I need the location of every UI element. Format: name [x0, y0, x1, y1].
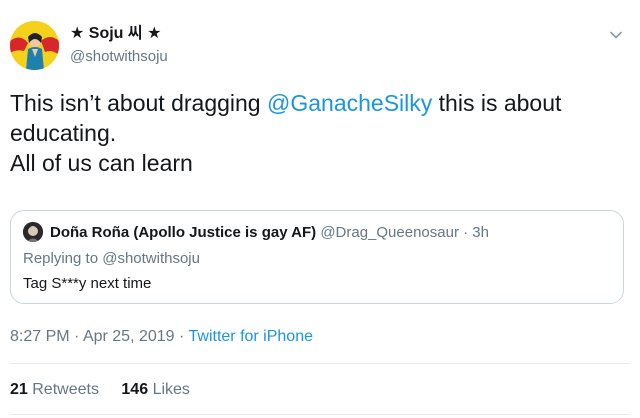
tweet-text-segment: this is about	[432, 90, 562, 116]
avatar-illustration	[10, 21, 59, 70]
tweet-line-1: This isn’t about dragging @GanacheSilky …	[10, 88, 620, 118]
tweet-time[interactable]: 8:27 PM	[10, 328, 70, 345]
quoted-avatar-illustration	[23, 222, 43, 242]
divider	[10, 363, 630, 364]
quoted-tweet[interactable]: Doña Roña (Apollo Justice is gay AF) @Dr…	[10, 210, 624, 304]
likes-count: 146	[121, 381, 149, 398]
author-display-name[interactable]: ★ Soju 씨 ★	[70, 24, 161, 44]
tweet-source-link[interactable]: Twitter for iPhone	[189, 328, 314, 345]
tweet-text-segment: This isn’t about dragging	[10, 90, 267, 116]
chevron-down-icon[interactable]	[609, 28, 623, 42]
tweet-text: This isn’t about dragging @GanacheSilky …	[10, 88, 620, 178]
quoted-avatar[interactable]	[23, 222, 43, 242]
likes-stat[interactable]: 146 Likes	[121, 380, 190, 400]
quoted-time[interactable]: 3h	[472, 224, 489, 241]
quoted-header: Doña Roña (Apollo Justice is gay AF) @Dr…	[50, 223, 489, 243]
avatar[interactable]	[10, 21, 59, 70]
tweet-stats: 21 Retweets 146 Likes	[10, 380, 190, 400]
quoted-handle[interactable]: @Drag_Queenosaur	[320, 224, 459, 241]
retweets-count: 21	[10, 381, 28, 398]
author-handle[interactable]: @shotwithsoju	[70, 47, 168, 67]
quoted-separator: ·	[463, 224, 469, 241]
retweets-stat[interactable]: 21 Retweets	[10, 380, 99, 400]
quoted-display-name[interactable]: Doña Roña (Apollo Justice is gay AF)	[50, 224, 316, 241]
divider	[10, 414, 630, 415]
tweet-line-2: educating.	[10, 120, 117, 146]
quoted-replying-to: Replying to @shotwithsoju	[23, 250, 200, 267]
tweet-line-3: All of us can learn	[10, 150, 193, 176]
meta-separator: ·	[179, 328, 185, 345]
likes-label: Likes	[152, 381, 190, 398]
retweets-label: Retweets	[32, 381, 99, 398]
tweet-date[interactable]: Apr 25, 2019	[83, 328, 175, 345]
tweet-metadata: 8:27 PM · Apr 25, 2019 · Twitter for iPh…	[10, 327, 313, 347]
quoted-text: Tag S***y next time	[23, 275, 152, 292]
meta-separator: ·	[74, 328, 80, 345]
mention-link[interactable]: @GanacheSilky	[267, 90, 432, 116]
